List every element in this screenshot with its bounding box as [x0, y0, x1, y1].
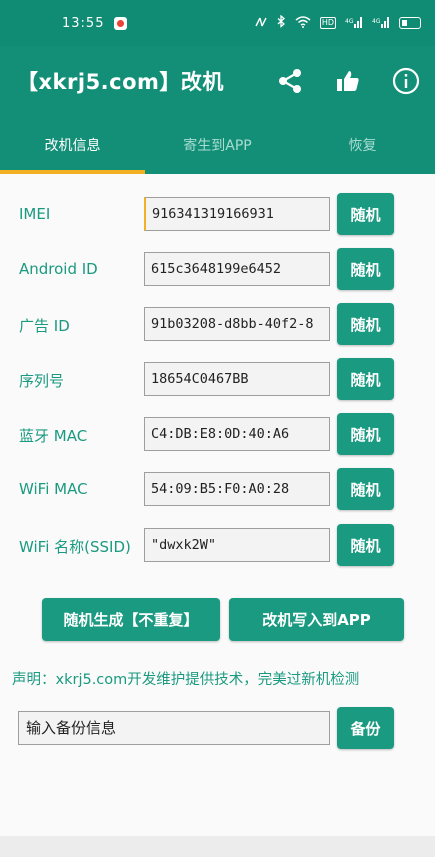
svg-text:4G: 4G [345, 18, 354, 25]
wifi-mac-field[interactable]: 54:09:B5:F0:A0:28 [144, 472, 330, 506]
bluetooth-icon [277, 14, 286, 31]
android-id-field[interactable]: 615c3648199e6452 [144, 252, 330, 286]
backup-button[interactable]: 备份 [337, 707, 394, 749]
bt-mac-field[interactable]: C4:DB:E8:0D:40:A6 [144, 417, 330, 451]
wifi-mac-label: WiFi MAC [19, 480, 88, 498]
ad-id-random-button[interactable]: 随机 [337, 303, 394, 345]
imei-label: IMEI [19, 205, 51, 223]
thumbs-up-icon[interactable] [319, 56, 377, 106]
field-row-ad-id: 广告 ID 91b03208-d8bb-40f2-8 随机 [0, 303, 435, 347]
field-row-ssid: WiFi 名称(SSID) "dwxk2W" 随机 [0, 524, 435, 568]
status-icons: HD 4G 4G [254, 14, 421, 31]
field-row-imei: IMEI 916341319166931 随机 [0, 193, 435, 237]
battery-icon [399, 17, 421, 29]
android-id-random-button[interactable]: 随机 [337, 248, 394, 290]
bottom-bar [0, 836, 435, 857]
random-generate-button[interactable]: 随机生成【不重复】 [42, 598, 220, 641]
tab-device-info[interactable]: 改机信息 [0, 116, 145, 174]
share-icon[interactable] [261, 56, 319, 106]
ssid-label: WiFi 名称(SSID) [19, 538, 131, 556]
ad-id-field[interactable]: 91b03208-d8bb-40f2-8 [144, 307, 330, 341]
bt-mac-label: 蓝牙 MAC [19, 427, 88, 445]
hd-icon: HD [319, 17, 336, 29]
field-row-wifi-mac: WiFi MAC 54:09:B5:F0:A0:28 随机 [0, 468, 435, 512]
ssid-random-button[interactable]: 随机 [337, 524, 394, 566]
nfc-icon [254, 16, 268, 31]
disclaimer-text: 声明：xkrj5.com开发维护提供技术，完美过新机检测 [12, 672, 360, 688]
write-to-app-button[interactable]: 改机写入到APP [229, 598, 404, 641]
status-bar: 13:55 HD 4G 4G [0, 0, 435, 46]
tab-parasite-app[interactable]: 寄生到APP [145, 116, 290, 174]
signal-icon: 4G [345, 16, 363, 31]
notification-icon [114, 16, 128, 30]
serial-field[interactable]: 18654C0467BB [144, 362, 330, 396]
svg-text:4G: 4G [372, 18, 381, 25]
bt-mac-random-button[interactable]: 随机 [337, 413, 394, 455]
tab-bar: 改机信息 寄生到APP 恢复 [0, 116, 435, 174]
tab-restore[interactable]: 恢复 [290, 116, 435, 174]
backup-input[interactable]: 输入备份信息 [18, 711, 330, 745]
app-title: 【xkrj5.com】改机 [17, 70, 224, 94]
ad-id-label: 广告 ID [19, 317, 70, 335]
status-time: 13:55 [62, 15, 105, 31]
field-row-bt-mac: 蓝牙 MAC C4:DB:E8:0D:40:A6 随机 [0, 413, 435, 457]
field-row-serial: 序列号 18654C0467BB 随机 [0, 358, 435, 402]
android-id-label: Android ID [19, 260, 98, 278]
imei-random-button[interactable]: 随机 [337, 193, 394, 235]
serial-random-button[interactable]: 随机 [337, 358, 394, 400]
info-icon[interactable] [377, 56, 435, 106]
ssid-field[interactable]: "dwxk2W" [144, 528, 330, 562]
app-bar: 【xkrj5.com】改机 [0, 46, 435, 116]
serial-label: 序列号 [19, 372, 65, 390]
wifi-mac-random-button[interactable]: 随机 [337, 468, 394, 510]
wifi-icon [295, 15, 311, 31]
imei-field[interactable]: 916341319166931 [144, 197, 330, 231]
signal-icon: 4G [372, 16, 390, 31]
field-row-android-id: Android ID 615c3648199e6452 随机 [0, 248, 435, 292]
